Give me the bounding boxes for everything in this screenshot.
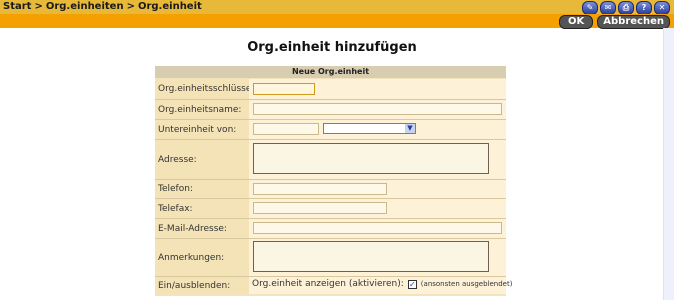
visibility-control: Org.einheit anzeigen (aktivieren): ✓ (an… (252, 279, 512, 289)
toolbar-icons: ✎ ✉ ⎙ ? ✕ (582, 1, 670, 15)
phone-label: Telefon: (158, 184, 193, 194)
parent-label: Untereinheit von: (158, 124, 237, 135)
notes-textarea[interactable] (253, 241, 489, 272)
address-label: Adresse: (158, 154, 197, 165)
notes-label: Anmerkungen: (158, 252, 225, 263)
key-input[interactable] (253, 83, 315, 95)
address-row: Adresse: (155, 140, 506, 179)
pen-icon[interactable]: ✎ (582, 1, 598, 15)
print-icon[interactable]: ⎙ (618, 1, 634, 15)
breadcrumb-org-unit: Org.einheit (137, 1, 202, 12)
email-label: E-Mail-Adresse: (158, 223, 227, 234)
address-textarea[interactable] (253, 143, 489, 174)
breadcrumb-start[interactable]: Start (3, 1, 31, 12)
help-icon[interactable]: ? (636, 1, 652, 15)
name-input[interactable] (253, 103, 502, 115)
vertical-scrollbar[interactable] (663, 28, 674, 300)
form-header: Neue Org.einheit (155, 66, 506, 78)
breadcrumb: Start > Org.einheiten > Org.einheit (3, 1, 202, 12)
name-label: Org.einheitsname: (158, 104, 242, 115)
breadcrumb-separator: > (126, 1, 135, 12)
name-row: Org.einheitsname: (155, 100, 506, 119)
fax-row: Telefax: (155, 199, 506, 218)
parent-input[interactable] (253, 123, 319, 135)
chevron-down-icon[interactable]: ▼ (405, 124, 415, 133)
notes-row: Anmerkungen: (155, 239, 506, 276)
email-input[interactable] (253, 222, 502, 234)
email-row: E-Mail-Adresse: (155, 219, 506, 238)
fax-input[interactable] (253, 202, 387, 214)
visibility-label: Ein/ausblenden: (158, 280, 231, 291)
key-label: Org.einheitsschlüssel: (158, 84, 257, 94)
phone-input[interactable] (253, 183, 387, 195)
cancel-button[interactable]: Abbrechen (597, 15, 670, 29)
parent-row: Untereinheit von: ▼ (155, 120, 506, 139)
page-title: Org.einheit hinzufügen (247, 40, 417, 55)
ok-button[interactable]: OK (559, 15, 594, 29)
phone-row: Telefon: (155, 180, 506, 198)
visibility-text: Org.einheit anzeigen (aktivieren): (252, 279, 404, 289)
mail-icon[interactable]: ✉ (600, 1, 616, 15)
breadcrumb-bar: Start > Org.einheiten > Org.einheit ✎ ✉ ⎙ ? … (0, 0, 674, 15)
breadcrumb-separator: > (34, 1, 43, 12)
visibility-row: Ein/ausblenden: Org.einheit anzeigen (ak… (155, 277, 512, 294)
key-row: Org.einheitsschlüssel: (155, 79, 506, 99)
visibility-hint: (ansonsten ausgeblendet) (420, 280, 513, 288)
visibility-checkbox[interactable]: ✓ (407, 279, 417, 289)
org-unit-form: Neue Org.einheit Org.einheitsschlüssel: … (155, 66, 512, 296)
breadcrumb-org-units[interactable]: Org.einheiten (46, 1, 124, 12)
action-bar: OK Abbrechen (0, 14, 674, 29)
fax-label: Telefax: (158, 203, 193, 214)
parent-select[interactable]: ▼ (323, 123, 416, 134)
close-icon[interactable]: ✕ (654, 1, 670, 15)
